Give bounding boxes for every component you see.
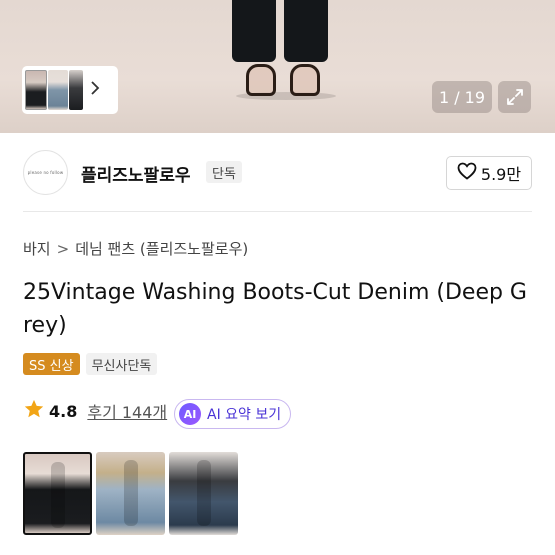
hero-thumb-3[interactable] bbox=[69, 70, 83, 110]
ai-summary-button[interactable]: AI AI 요약 보기 bbox=[174, 399, 292, 429]
like-button[interactable]: 5.9만 bbox=[446, 156, 532, 190]
thumb-figure bbox=[196, 460, 211, 526]
breadcrumb-item-pants[interactable]: 바지 bbox=[23, 238, 51, 259]
product-hero-image[interactable]: 1 / 19 bbox=[0, 0, 555, 133]
chevron-right-icon[interactable] bbox=[90, 80, 100, 100]
heart-outline-icon bbox=[457, 162, 477, 184]
hero-shoe-right bbox=[290, 64, 320, 96]
brand-name[interactable]: 플리즈노팔로우 bbox=[81, 161, 190, 186]
rating-score: 4.8 bbox=[49, 401, 78, 421]
ai-summary-label: AI 요약 보기 bbox=[207, 407, 282, 423]
exclusive-tag: 무신사단독 bbox=[85, 353, 158, 375]
gallery-thumb-1[interactable] bbox=[23, 452, 92, 535]
like-count: 5.9만 bbox=[480, 165, 522, 184]
product-title: 25Vintage Washing Boots-Cut Denim (Deep … bbox=[23, 280, 527, 338]
hero-leg-right bbox=[284, 0, 328, 62]
brand-row: please no follow 플리즈노팔로우 단독 5.9만 bbox=[0, 133, 555, 211]
new-season-tag: SS 신상 bbox=[23, 353, 80, 375]
ai-icon: AI bbox=[179, 403, 201, 425]
gallery-thumb-3[interactable] bbox=[169, 452, 238, 535]
hero-thumbnail-strip[interactable] bbox=[22, 66, 118, 114]
breadcrumb-separator: > bbox=[56, 239, 70, 258]
hero-thumb-1[interactable] bbox=[25, 70, 47, 110]
breadcrumb-item-denim[interactable]: 데님 팬츠 (플리즈노팔로우) bbox=[75, 238, 248, 259]
hero-leg-left bbox=[232, 0, 276, 62]
review-count-link[interactable]: 후기 144개 bbox=[87, 399, 167, 423]
exclusive-badge: 단독 bbox=[206, 161, 242, 183]
expand-arrows-icon[interactable] bbox=[498, 81, 531, 113]
hero-shoe-left bbox=[246, 64, 276, 96]
hero-thumb-2[interactable] bbox=[48, 70, 68, 110]
thumb-figure bbox=[50, 462, 65, 528]
image-counter: 1 / 19 bbox=[432, 81, 492, 113]
gallery-thumbnails bbox=[23, 452, 238, 535]
divider bbox=[23, 211, 532, 212]
gallery-thumb-2[interactable] bbox=[96, 452, 165, 535]
product-tags: SS 신상 무신사단독 bbox=[23, 353, 158, 375]
brand-logo-text: please no follow bbox=[27, 170, 64, 175]
rating-row: 4.8 후기 144개 bbox=[23, 398, 167, 424]
breadcrumb: 바지 > 데님 팬츠 (플리즈노팔로우) bbox=[23, 238, 248, 259]
thumb-figure bbox=[123, 460, 138, 526]
star-filled-icon bbox=[23, 398, 45, 424]
brand-logo[interactable]: please no follow bbox=[23, 150, 68, 195]
